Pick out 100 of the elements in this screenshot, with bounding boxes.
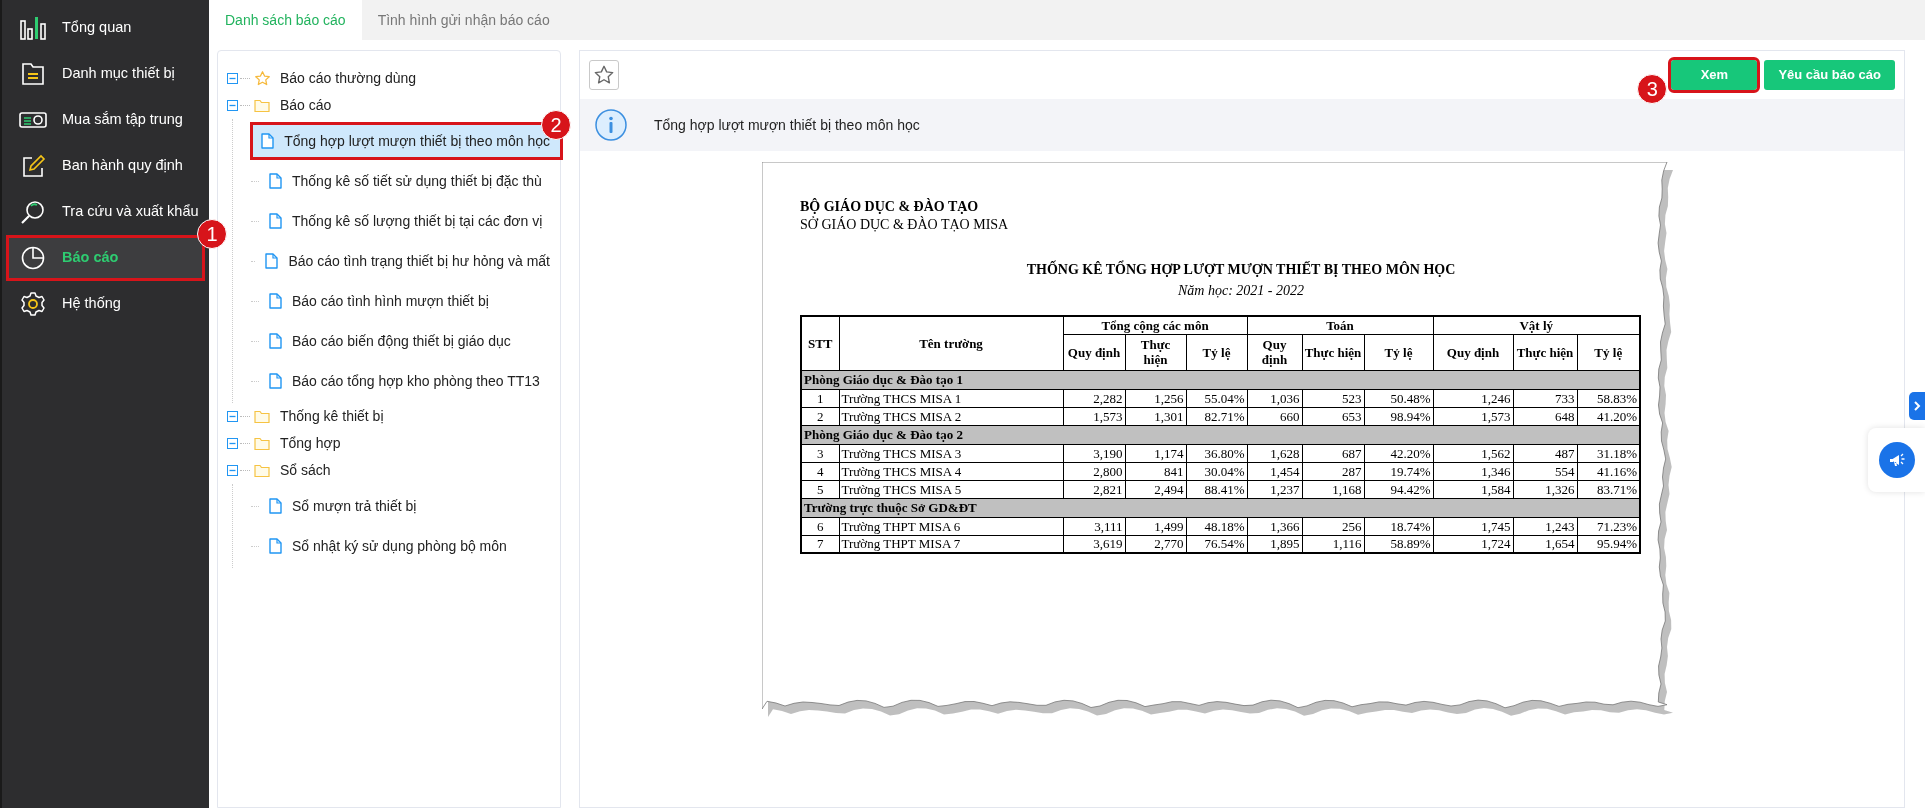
tree-item[interactable]: Báo cáo: [280, 95, 332, 116]
table-cell: 1,499: [1125, 517, 1186, 535]
tree-item-label: Báo cáo tình trạng thiết bị hư hỏng và mất: [288, 251, 550, 271]
tree-item-label: Thống kê số lượng thiết bị tại các đơn vị: [292, 211, 543, 231]
collapse-icon[interactable]: [227, 465, 238, 476]
table-cell: 2,821: [1063, 480, 1125, 498]
info-icon: [594, 108, 628, 142]
table-cell: 1,346: [1433, 462, 1513, 480]
star-icon: [593, 64, 615, 86]
document-icon: [269, 538, 282, 554]
document-icon: [265, 253, 279, 269]
table-cell: 1,243: [1513, 517, 1577, 535]
tree-item[interactable]: Thống kê số tiết sử dụng thiết bị đặc thù: [261, 165, 552, 197]
table-cell: 1,562: [1433, 444, 1513, 462]
table-cell: 4: [801, 462, 839, 480]
tree-item[interactable]: Sổ mượn trả thiết bị: [261, 490, 427, 522]
folder-icon: [254, 410, 270, 423]
table-cell: 1,454: [1247, 462, 1302, 480]
table-cell: 5: [801, 480, 839, 498]
tree-item[interactable]: Báo cáo thường dùng: [280, 68, 417, 89]
collapse-icon[interactable]: [227, 73, 238, 84]
table-cell: 648: [1513, 407, 1577, 425]
folder-icon: [254, 464, 270, 477]
ministry-name: BỘ GIÁO DỤC & ĐÀO TẠO: [800, 198, 980, 216]
column-header: Quy định: [1063, 334, 1125, 370]
column-header: Tỷ lệ: [1364, 334, 1433, 370]
table-cell: 1,237: [1247, 480, 1302, 498]
tree-item[interactable]: Báo cáo tình hình mượn thiết bị: [261, 285, 499, 317]
collapse-icon[interactable]: [227, 100, 238, 111]
document-icon: [269, 333, 282, 349]
table-cell: 2,282: [1063, 389, 1125, 407]
table-cell: 487: [1513, 444, 1577, 462]
table-cell: 1,174: [1125, 444, 1186, 462]
tree-item[interactable]: Thống kê thiết bị: [280, 406, 384, 427]
edit-icon: [20, 153, 46, 179]
table-cell: 36.80%: [1186, 444, 1247, 462]
collapse-icon[interactable]: [227, 438, 238, 449]
document-icon: [269, 373, 282, 389]
department-name: SỞ GIÁO DỤC & ĐÀO TẠO MISA: [800, 216, 1010, 234]
table-cell: 1,326: [1513, 480, 1577, 498]
table-cell: 1: [801, 389, 839, 407]
tree-item[interactable]: Tổng hợp: [280, 433, 341, 454]
table-cell: 660: [1247, 407, 1302, 425]
side-toggle-button[interactable]: [1909, 392, 1925, 420]
tree-item-label: Thống kê số tiết sử dụng thiết bị đặc thù: [292, 171, 542, 191]
table-cell: 50.48%: [1364, 389, 1433, 407]
document-icon: [269, 173, 282, 189]
table-cell: 2: [801, 407, 839, 425]
column-group-header: Toán: [1247, 316, 1433, 334]
tree-item[interactable]: Sổ sách: [280, 460, 331, 481]
sidebar-item[interactable]: Tổng quan: [6, 5, 205, 51]
tree-item-label: Sổ mượn trả thiết bị: [292, 496, 417, 516]
table-cell: 1,366: [1247, 517, 1302, 535]
tree-item[interactable]: Báo cáo tổng hợp kho phòng theo TT13: [261, 365, 550, 397]
document-icon: [269, 213, 282, 229]
tree-item[interactable]: Thống kê số lượng thiết bị tại các đơn vị: [261, 205, 553, 237]
table-cell: 554: [1513, 462, 1577, 480]
sidebar-item[interactable]: Ban hành quy định: [6, 143, 205, 189]
tree-item[interactable]: Báo cáo biến động thiết bị giáo dục: [261, 325, 521, 357]
tree-item-label: Sổ nhật ký sử dụng phòng bộ môn: [292, 536, 507, 556]
bar-chart-icon: [19, 15, 47, 41]
table-cell: 82.71%: [1186, 407, 1247, 425]
table-cell: 94.42%: [1364, 480, 1433, 498]
table-cell: 841: [1125, 462, 1186, 480]
group-row: Phòng Giáo dục & Đào tạo 2: [801, 425, 1640, 444]
table-cell: Trường THCS MISA 5: [839, 480, 1063, 498]
table-cell: 287: [1302, 462, 1364, 480]
table-cell: 1,246: [1433, 389, 1513, 407]
megaphone-icon: [1887, 451, 1906, 469]
table-cell: 523: [1302, 389, 1364, 407]
table-cell: Trường THCS MISA 1: [839, 389, 1063, 407]
search-icon: [20, 199, 46, 225]
table-cell: 2,800: [1063, 462, 1125, 480]
table-cell: 1,301: [1125, 407, 1186, 425]
table-cell: 733: [1513, 389, 1577, 407]
group-row: Trường trực thuộc Sở GD&ĐT: [801, 498, 1640, 517]
sidebar-item[interactable]: Hệ thống: [6, 281, 205, 327]
tree-item[interactable]: Sổ nhật ký sử dụng phòng bộ môn: [261, 530, 517, 562]
table-cell: 3: [801, 444, 839, 462]
announcement-button[interactable]: [1878, 442, 1915, 478]
column-header: Tỷ lệ: [1186, 334, 1247, 370]
table-cell: 1,628: [1247, 444, 1302, 462]
column-header: Tên trường: [839, 316, 1063, 370]
table-cell: Trường THPT MISA 7: [839, 535, 1063, 553]
table-cell: Trường THCS MISA 3: [839, 444, 1063, 462]
favorite-button[interactable]: [589, 60, 619, 90]
report-title: THỐNG KÊ TỔNG HỢP LƯỢT MƯỢN THIẾT BỊ THEO MÔN HỌC: [1025, 259, 1457, 279]
column-header: Quy định: [1247, 334, 1302, 370]
tree-item[interactable]: Báo cáo tình trạng thiết bị hư hỏng và mất: [257, 245, 560, 277]
table-cell: 88.41%: [1186, 480, 1247, 498]
table-cell: 1,573: [1433, 407, 1513, 425]
sidebar-item[interactable]: Mua sắm tập trung: [6, 97, 205, 143]
collapse-icon[interactable]: [227, 411, 238, 422]
info-text: Tổng hợp lượt mượn thiết bị theo môn học: [654, 115, 920, 135]
sidebar-item[interactable]: Danh mục thiết bị: [6, 51, 205, 97]
callout-badge: 3: [1637, 74, 1668, 104]
table-cell: 30.04%: [1186, 462, 1247, 480]
report-subtitle: Năm học: 2021 - 2022: [1177, 282, 1305, 300]
table-cell: 1,745: [1433, 517, 1513, 535]
table-cell: 653: [1302, 407, 1364, 425]
